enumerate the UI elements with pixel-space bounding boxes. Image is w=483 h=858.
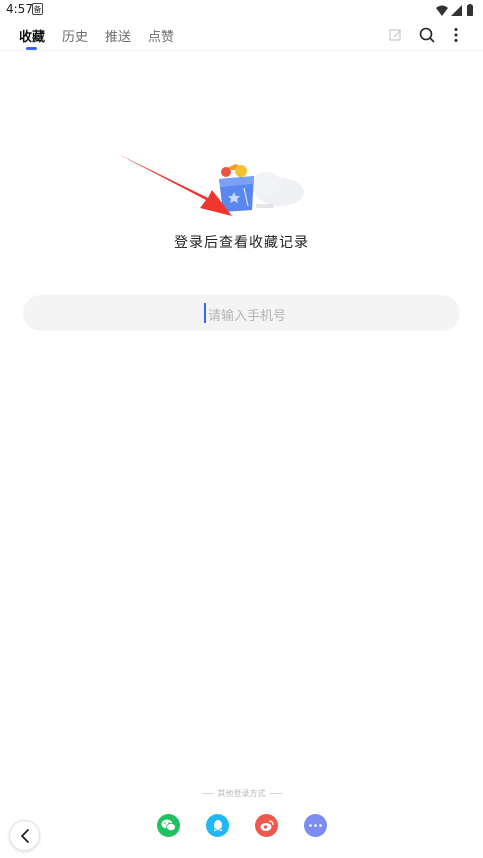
wifi-icon [436, 5, 448, 16]
chevron-left-icon [20, 828, 29, 843]
signal-icon [451, 5, 462, 16]
tab-bar: 收藏 历史 推送 点赞 [0, 20, 483, 51]
status-badge: 备 [32, 3, 43, 15]
other-login-label: 其他登录方式 [0, 788, 483, 799]
other-login-text: 其他登录方式 [217, 789, 266, 798]
red-arrow-annotation [112, 148, 242, 224]
weibo-login-button[interactable] [255, 814, 278, 837]
edit-icon[interactable] [386, 25, 406, 45]
more-login-button[interactable] [304, 814, 327, 837]
phone-input-placeholder: 请输入手机号 [208, 309, 287, 324]
search-icon[interactable] [417, 25, 437, 45]
qq-login-button[interactable] [206, 814, 229, 837]
tab-history[interactable]: 历史 [62, 26, 88, 45]
wechat-login-button[interactable] [157, 814, 180, 837]
tab-push[interactable]: 推送 [105, 26, 131, 45]
battery-icon [467, 4, 473, 16]
favorites-page: 4:57 备 收藏 历史 推送 点赞 登录后查看收藏记录 请输入手机号 其他登录… [0, 0, 483, 858]
status-time: 4:57 [6, 2, 33, 16]
status-bar: 4:57 备 [0, 0, 483, 20]
tab-favorites[interactable]: 收藏 [19, 26, 45, 45]
qq-icon [213, 819, 222, 831]
more-horizontal-icon [309, 824, 322, 827]
tab-likes[interactable]: 点赞 [148, 26, 174, 45]
weibo-icon [260, 819, 274, 831]
status-icons [435, 3, 477, 17]
wechat-icon [161, 819, 176, 832]
text-cursor [204, 303, 206, 323]
more-vertical-icon[interactable] [446, 25, 466, 45]
empty-state-message: 登录后查看收藏记录 [174, 235, 309, 251]
tab-active-indicator [26, 47, 37, 50]
back-button[interactable] [9, 820, 40, 851]
phone-input-field[interactable]: 请输入手机号 [23, 295, 460, 331]
